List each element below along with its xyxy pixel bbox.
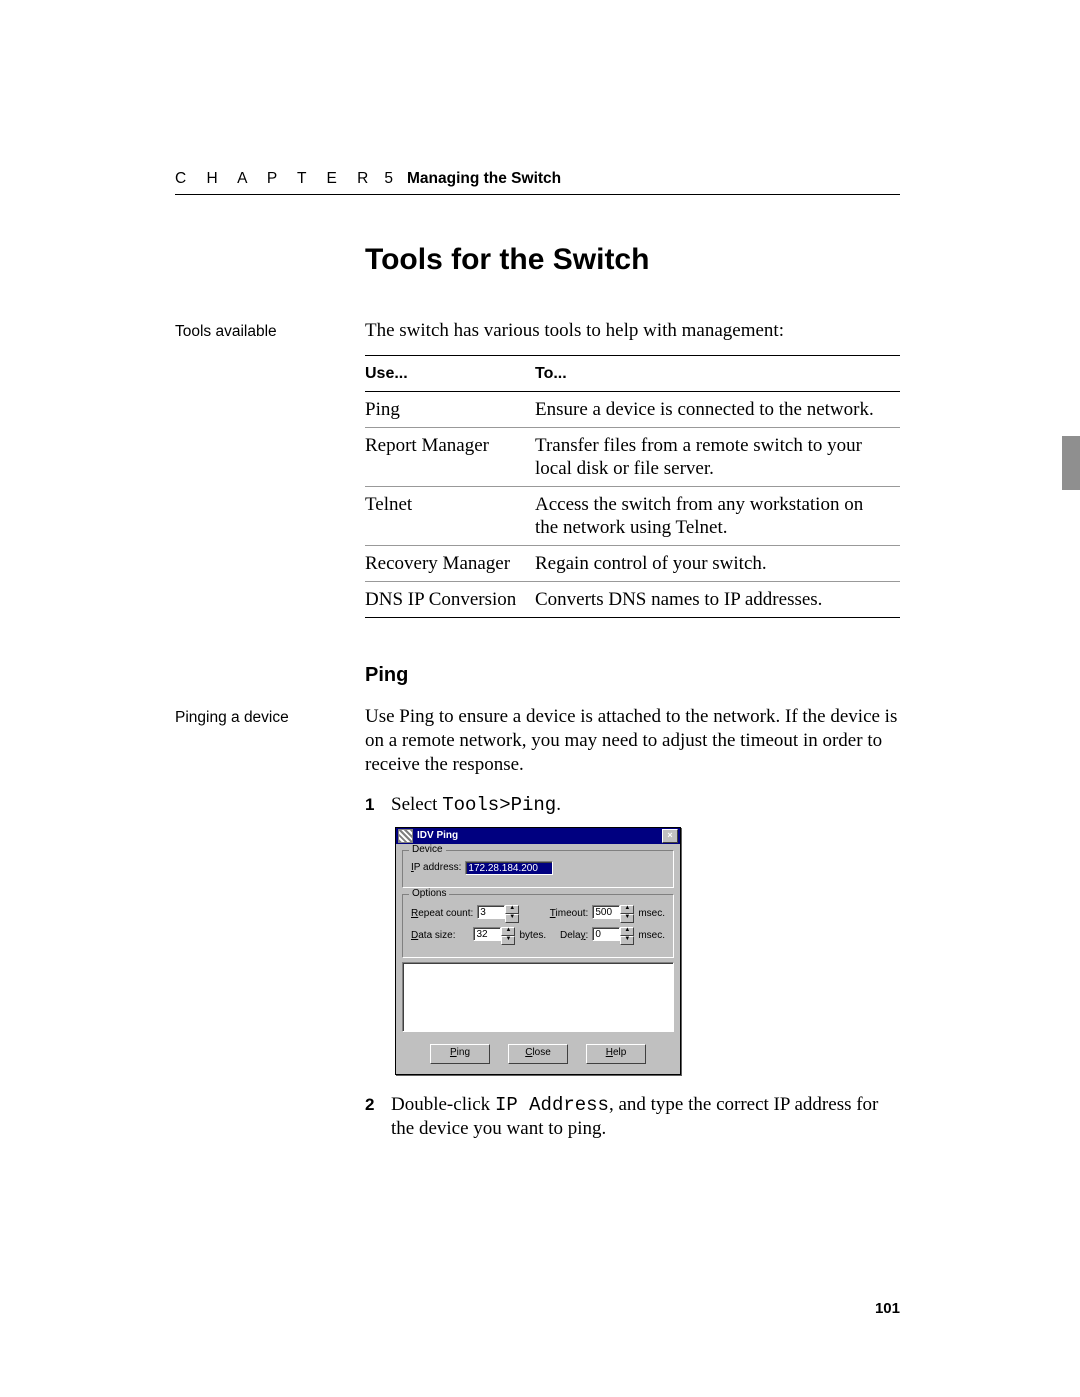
chapter-number: 5 (384, 170, 393, 188)
label-data-rest: ata size: (418, 930, 455, 941)
ping-dialog: IDV Ping × Device IP address: 172.28.184… (395, 827, 681, 1075)
data-size-input[interactable]: 32 (473, 927, 501, 941)
label-timeout: Timeout: (550, 908, 589, 920)
step-text: Double-click IP Address, and type the co… (391, 1093, 900, 1141)
sidenote-ping: Pinging a device (175, 705, 365, 728)
section-ping-body: Use Ping to ensure a device is attached … (365, 705, 900, 1151)
chapter-label: C H A P T E R (175, 170, 376, 188)
label-delay: Delay: (560, 930, 588, 942)
step1-lead: Select (391, 794, 442, 815)
tools-table: Use... To... Ping Ensure a device is con… (365, 355, 900, 618)
cell-use: DNS IP Conversion (365, 582, 535, 618)
step-number: 2 (365, 1093, 391, 1141)
app-icon (398, 829, 413, 843)
close-button[interactable]: × (662, 829, 678, 843)
spin-down[interactable]: ▼ (501, 936, 515, 945)
sidenote-tools: Tools available (175, 319, 365, 342)
ip-address-input[interactable]: 172.28.184.200 (465, 861, 553, 875)
timeout-spinner[interactable]: 500 ▲▼ (592, 905, 634, 923)
btn-ping-rest: ing (457, 1047, 470, 1058)
cell-use: Ping (365, 392, 535, 428)
cell-use: Report Manager (365, 428, 535, 487)
cell-to: Transfer files from a remote switch to y… (535, 428, 900, 487)
table-row: Recovery Manager Regain control of your … (365, 546, 900, 582)
section-tools: Tools available The switch has various t… (175, 319, 900, 618)
th-use: Use... (365, 356, 535, 392)
unit-msec: msec. (638, 908, 665, 920)
step1-code: Tools>Ping (442, 794, 556, 816)
btn-help-u: H (606, 1047, 613, 1058)
table-row: Report Manager Transfer files from a rem… (365, 428, 900, 487)
cell-to: Access the switch from any workstation o… (535, 487, 900, 546)
dialog-titlebar: IDV Ping × (396, 828, 680, 844)
group-options: Options Repeat count: 3 ▲▼ Timeout: 500 … (402, 894, 674, 958)
btn-ping-u: P (450, 1047, 457, 1058)
spin-up[interactable]: ▲ (620, 927, 634, 936)
repeat-count-spinner[interactable]: 3 ▲▼ (477, 905, 519, 923)
cell-to: Regain control of your switch. (535, 546, 900, 582)
label-delay-end: : (586, 930, 589, 941)
data-size-spinner[interactable]: 32 ▲▼ (473, 927, 515, 945)
label-timeout-rest: imeout: (556, 908, 589, 919)
group-device-legend: Device (409, 844, 446, 856)
spin-up[interactable]: ▲ (501, 927, 515, 936)
section-ping: Pinging a device Use Ping to ensure a de… (175, 705, 900, 1151)
group-options-legend: Options (409, 888, 449, 900)
step2-code: IP Address (495, 1094, 609, 1116)
dialog-title: IDV Ping (417, 830, 662, 842)
label-repeat: Repeat count: (411, 908, 473, 920)
step-2: 2 Double-click IP Address, and type the … (365, 1093, 900, 1141)
table-row: Ping Ensure a device is connected to the… (365, 392, 900, 428)
repeat-count-input[interactable]: 3 (477, 905, 505, 919)
page-title: Tools for the Switch (365, 243, 900, 277)
group-device: Device IP address: 172.28.184.200 (402, 850, 674, 888)
running-head: C H A P T E R 5 Managing the Switch (175, 170, 900, 195)
step-text: Select Tools>Ping. (391, 793, 900, 817)
delay-spinner[interactable]: 0 ▲▼ (592, 927, 634, 945)
table-row: DNS IP Conversion Converts DNS names to … (365, 582, 900, 618)
label-delay-rest: Dela (560, 930, 581, 941)
spin-up[interactable]: ▲ (505, 905, 519, 914)
cell-use: Recovery Manager (365, 546, 535, 582)
close-dialog-button[interactable]: Close (508, 1044, 568, 1064)
cell-use: Telnet (365, 487, 535, 546)
sub-heading-ping: Ping (365, 664, 900, 687)
row-data-delay: Data size: 32 ▲▼ bytes. Delay: 0 ▲▼ msec… (411, 927, 665, 945)
spin-down[interactable]: ▼ (620, 936, 634, 945)
cell-to: Ensure a device is connected to the net­… (535, 392, 900, 428)
chapter-title: Managing the Switch (407, 170, 561, 188)
ping-button[interactable]: Ping (430, 1044, 490, 1064)
step2-lead: Double-click (391, 1094, 495, 1115)
ping-output (402, 962, 674, 1032)
label-ip: IP address: (411, 862, 461, 874)
timeout-input[interactable]: 500 (592, 905, 620, 919)
label-ip-rest: P address: (414, 862, 462, 873)
section-tools-body: The switch has various tools to help wit… (365, 319, 900, 618)
unit-msec-2: msec. (638, 930, 665, 942)
tools-intro: The switch has various tools to help wit… (365, 319, 900, 343)
unit-bytes: bytes. (519, 930, 546, 942)
row-ip: IP address: 172.28.184.200 (411, 861, 665, 875)
table-row: Telnet Access the switch from any workst… (365, 487, 900, 546)
spin-down[interactable]: ▼ (505, 914, 519, 923)
page: C H A P T E R 5 Managing the Switch Tool… (0, 0, 1080, 1397)
cell-to: Converts DNS names to IP addresses. (535, 582, 900, 618)
btn-close-rest: lose (532, 1047, 550, 1058)
step-number: 1 (365, 793, 391, 817)
delay-input[interactable]: 0 (592, 927, 620, 941)
spin-up[interactable]: ▲ (620, 905, 634, 914)
step-1: 1 Select Tools>Ping. (365, 793, 900, 817)
page-number: 101 (875, 1300, 900, 1317)
dialog-buttons: Ping Close Help (396, 1038, 680, 1074)
thumb-tab (1062, 436, 1080, 490)
btn-help-rest: elp (613, 1047, 626, 1058)
label-data: Data size: (411, 930, 455, 942)
label-repeat-rest: epeat count: (418, 908, 473, 919)
help-button[interactable]: Help (586, 1044, 646, 1064)
spin-down[interactable]: ▼ (620, 914, 634, 923)
step1-trail: . (556, 794, 561, 815)
row-repeat-timeout: Repeat count: 3 ▲▼ Timeout: 500 ▲▼ msec. (411, 905, 665, 923)
th-to: To... (535, 356, 900, 392)
ping-intro: Use Ping to ensure a device is attached … (365, 705, 900, 777)
